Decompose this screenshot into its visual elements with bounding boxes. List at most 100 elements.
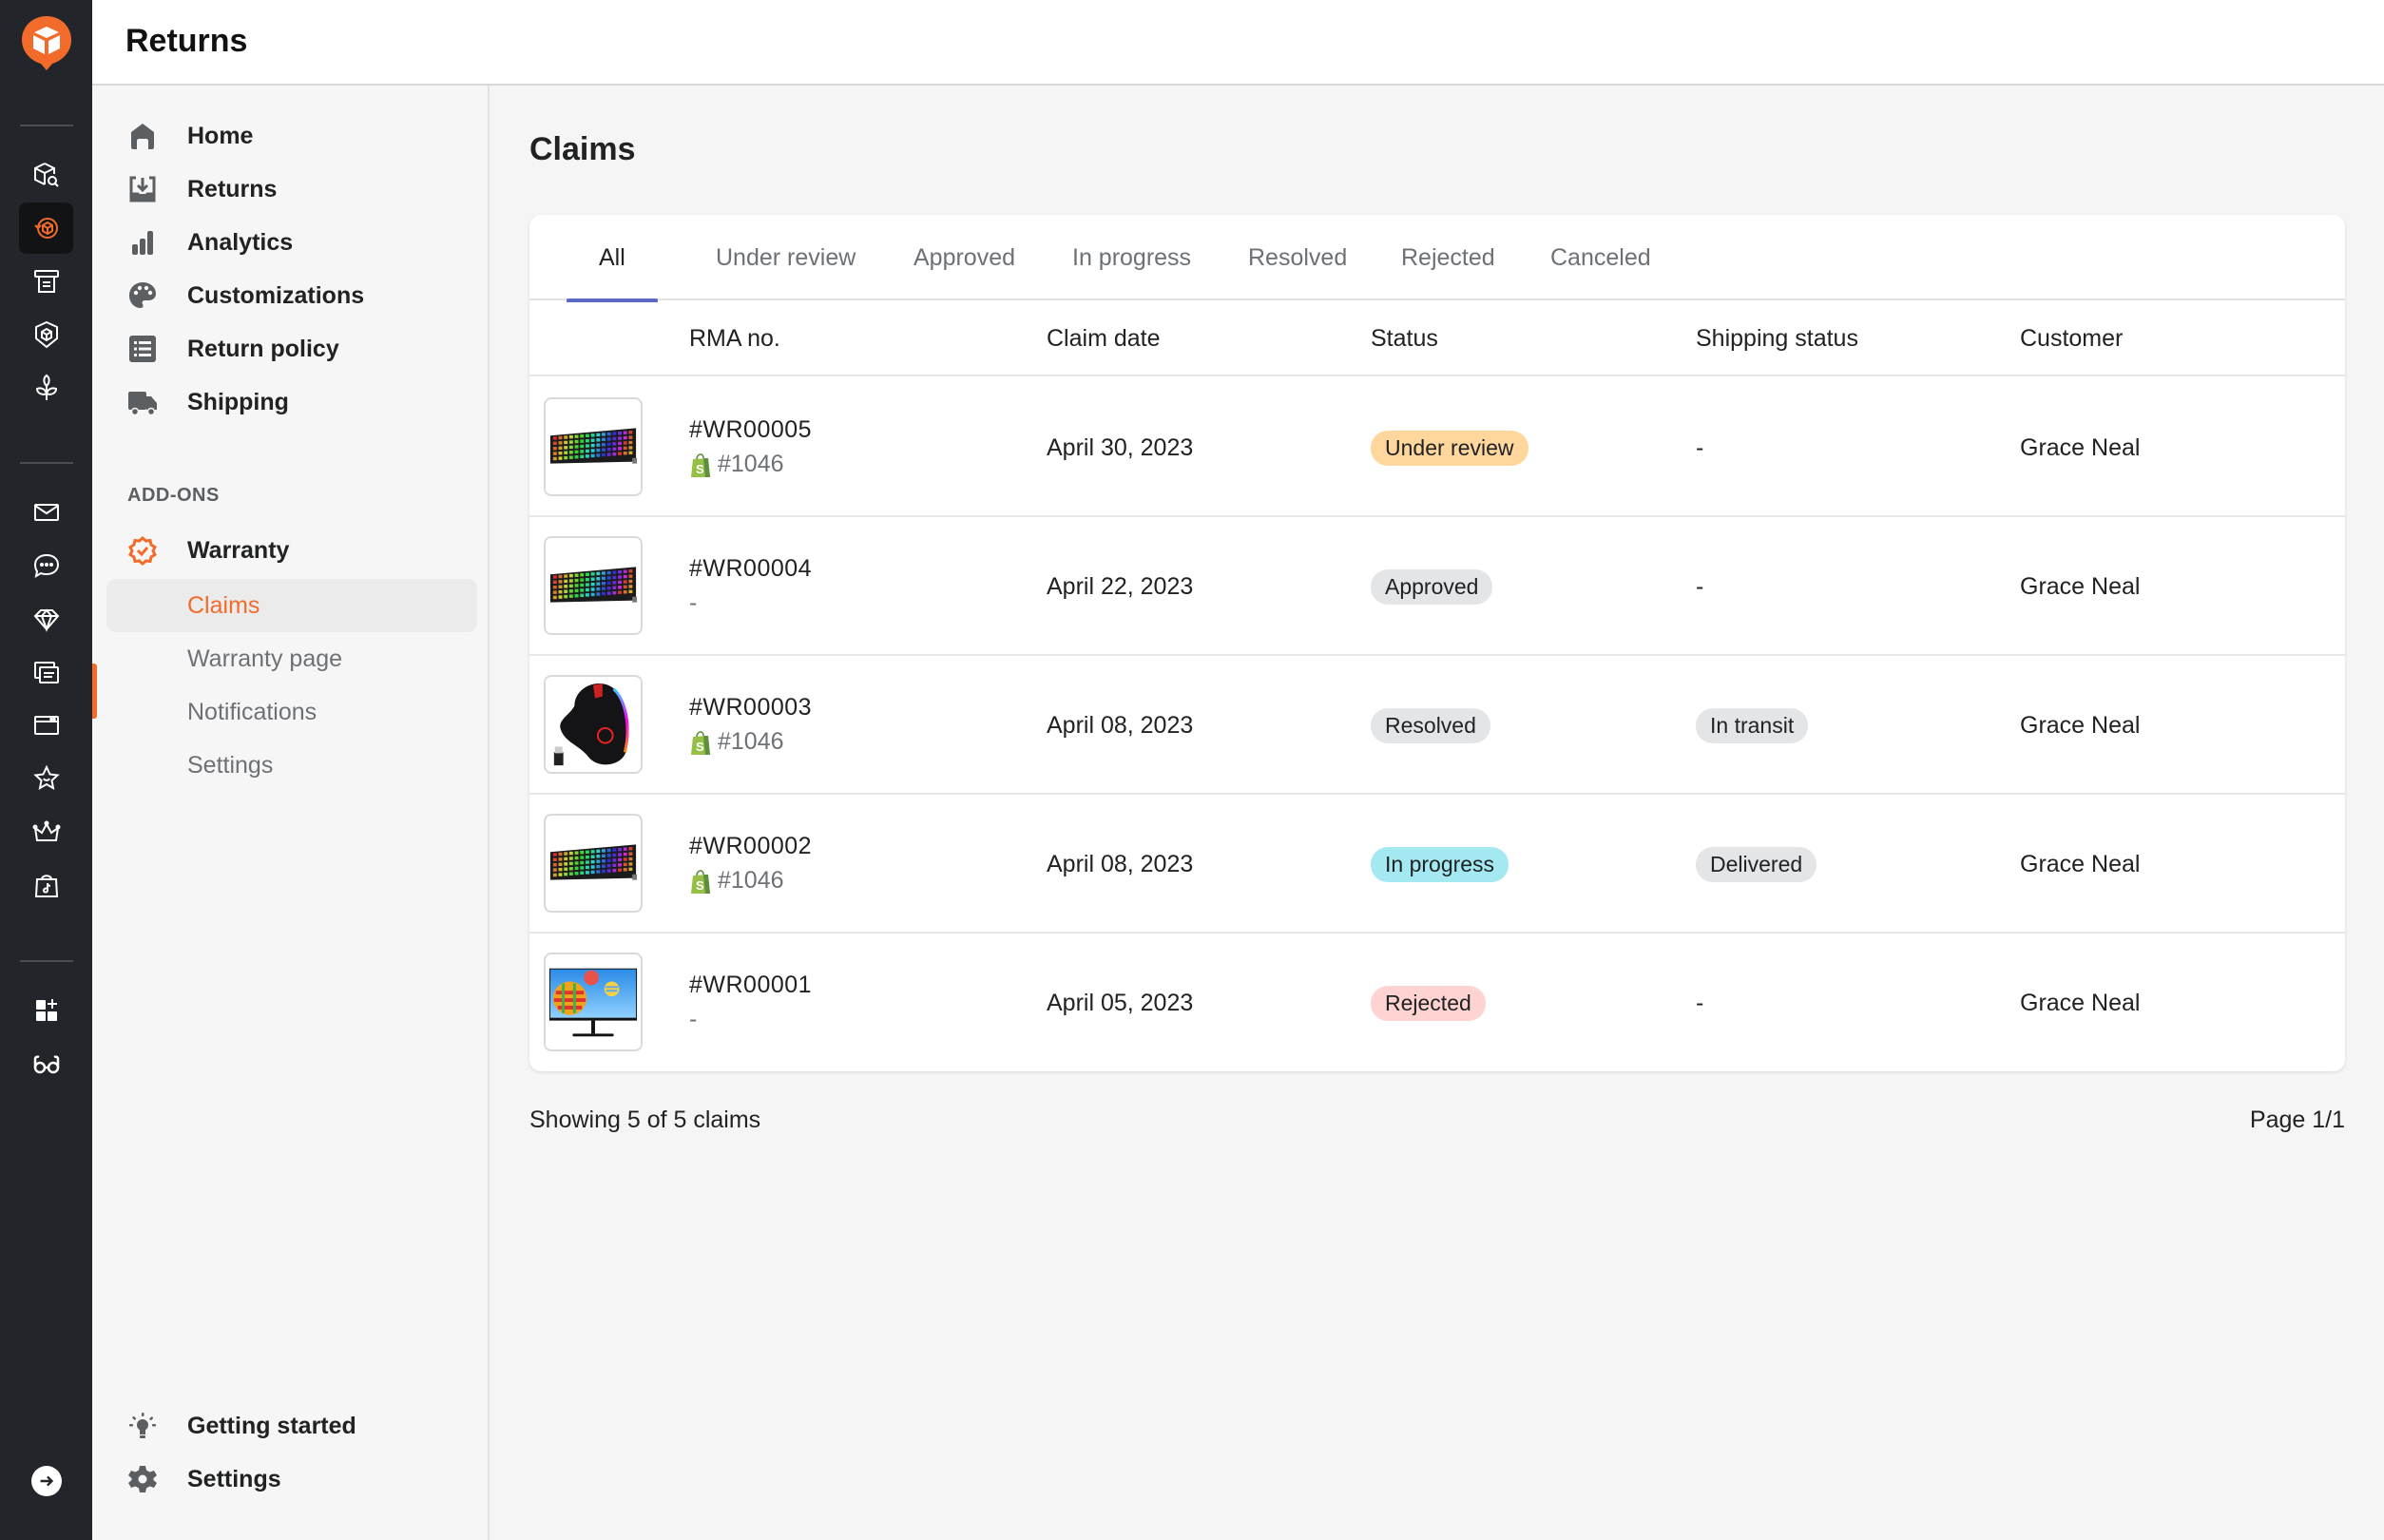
order-number: - xyxy=(689,1006,698,1032)
rma-number[interactable]: #WR00004 xyxy=(689,555,812,583)
shipping-status: - xyxy=(1696,989,1704,1016)
returns-cycle-icon[interactable] xyxy=(19,202,73,254)
list-icon xyxy=(127,334,158,364)
status-tabs: All Under review Approved In progress Re… xyxy=(529,215,2345,302)
rail-divider xyxy=(20,960,73,962)
sidebar-item-label: Getting started xyxy=(187,1412,356,1439)
sidebar-item-shipping[interactable]: Shipping xyxy=(92,377,488,427)
tab-rejected[interactable]: Rejected xyxy=(1401,215,1495,300)
tab-under-review[interactable]: Under review xyxy=(716,215,856,300)
tab-all[interactable]: All xyxy=(567,215,658,302)
table-row[interactable]: #WR00003 S #1046 April 08, 2023 Resolved… xyxy=(529,656,2345,795)
table-row[interactable]: #WR00004 - April 22, 2023 Approved - Gra… xyxy=(529,517,2345,656)
verified-badge-icon xyxy=(127,535,158,566)
sidebar-item-label: Return policy xyxy=(187,335,339,362)
sidebar-item-warranty[interactable]: Warranty xyxy=(92,526,488,575)
app-title: Returns xyxy=(125,23,248,59)
shipping-status-cell: - xyxy=(1696,934,1703,1071)
order-reference: S #1046 xyxy=(689,728,784,756)
page-indicator: Page 1/1 xyxy=(2249,1107,2345,1133)
rma-number[interactable]: #WR00005 xyxy=(689,416,812,444)
bar-chart-icon xyxy=(127,227,158,258)
sidebar-item-home[interactable]: Home xyxy=(92,111,488,161)
sidebar-item-analytics[interactable]: Analytics xyxy=(92,218,488,267)
order-number: #1046 xyxy=(718,867,784,894)
shipping-status: - xyxy=(1696,433,1704,461)
truck-icon xyxy=(127,387,158,417)
rma-number[interactable]: #WR00002 xyxy=(689,833,812,860)
tab-resolved[interactable]: Resolved xyxy=(1248,215,1347,300)
rail-divider xyxy=(20,125,73,126)
tab-canceled[interactable]: Canceled xyxy=(1550,215,1651,300)
order-reference: S #1046 xyxy=(689,867,784,895)
app-logo-icon[interactable] xyxy=(20,14,73,71)
sidebar-subitem-settings[interactable]: Settings xyxy=(106,739,477,792)
browser-window-icon[interactable] xyxy=(19,700,73,751)
status-cell: Under review xyxy=(1371,378,1528,517)
sidebar-subitem-claims[interactable]: Claims xyxy=(106,579,477,632)
svg-text:S: S xyxy=(696,878,704,893)
pagination-summary: Showing 5 of 5 claims xyxy=(529,1107,761,1133)
product-thumbnail xyxy=(544,536,643,635)
shopify-bag-icon: S xyxy=(689,452,718,478)
table-row[interactable]: #WR00001 - April 05, 2023 Rejected - Gra… xyxy=(529,934,2345,1071)
sidebar: Home Returns Analytics Customizations Re… xyxy=(92,86,490,1540)
add-apps-icon[interactable] xyxy=(19,985,73,1036)
tab-approved[interactable]: Approved xyxy=(913,215,1015,300)
sidebar-subitem-notifications[interactable]: Notifications xyxy=(106,685,477,739)
tab-in-progress[interactable]: In progress xyxy=(1072,215,1191,300)
status-badge: Resolved xyxy=(1371,707,1490,743)
customer-name: Grace Neal xyxy=(2020,989,2141,1016)
shield-cube-icon[interactable] xyxy=(19,309,73,360)
shipping-status-cell: Delivered xyxy=(1696,795,1817,934)
keyboard-image xyxy=(549,844,638,880)
claim-date: April 22, 2023 xyxy=(1047,572,1194,600)
keyboard-image xyxy=(549,567,638,603)
sidebar-item-label: Customizations xyxy=(187,281,365,309)
table-row[interactable]: #WR00002 S #1046 April 08, 2023 In progr… xyxy=(529,795,2345,934)
crown-icon[interactable] xyxy=(19,806,73,857)
shipping-status-badge: Delivered xyxy=(1696,846,1817,882)
rma-number[interactable]: #WR00001 xyxy=(689,972,812,999)
rma-number[interactable]: #WR00003 xyxy=(689,694,812,722)
order-number: #1046 xyxy=(718,728,784,755)
mail-icon[interactable] xyxy=(19,487,73,538)
shipping-status: - xyxy=(1696,572,1704,600)
table-row[interactable]: #WR00005 S #1046 April 30, 2023 Under re… xyxy=(529,378,2345,517)
column-header-shipping-status[interactable]: Shipping status xyxy=(1696,300,1858,376)
glasses-icon[interactable] xyxy=(19,1038,73,1089)
mouse-image xyxy=(553,683,629,766)
sidebar-subitem-warranty-page[interactable]: Warranty page xyxy=(106,632,477,685)
sidebar-item-settings[interactable]: Settings xyxy=(92,1454,488,1504)
documents-icon[interactable] xyxy=(19,646,73,698)
column-header-claim-date[interactable]: Claim date xyxy=(1047,300,1161,376)
sidebar-item-customizations[interactable]: Customizations xyxy=(92,271,488,320)
column-header-rma[interactable]: RMA no. xyxy=(689,300,780,376)
tiktok-shop-icon[interactable] xyxy=(19,859,73,911)
column-header-status[interactable]: Status xyxy=(1371,300,1438,376)
status-cell: Resolved xyxy=(1371,656,1490,795)
active-indicator xyxy=(92,664,97,719)
inbox-download-icon xyxy=(127,174,158,204)
svg-text:S: S xyxy=(696,462,704,476)
table-header: RMA no. Claim date Status Shipping statu… xyxy=(529,300,2345,376)
lightbulb-icon xyxy=(127,1411,158,1441)
receipt-printer-icon[interactable] xyxy=(19,256,73,307)
svg-text:S: S xyxy=(696,740,704,754)
status-badge: Rejected xyxy=(1371,985,1486,1021)
product-thumbnail xyxy=(544,814,643,913)
cube-search-icon[interactable] xyxy=(19,149,73,201)
monitor-image xyxy=(548,968,638,1037)
sidebar-item-return-policy[interactable]: Return policy xyxy=(92,324,488,374)
claim-date: April 30, 2023 xyxy=(1047,433,1194,461)
sidebar-item-getting-started[interactable]: Getting started xyxy=(92,1401,488,1451)
diamond-icon[interactable] xyxy=(19,593,73,645)
sprout-icon[interactable] xyxy=(19,362,73,414)
star-smile-icon[interactable] xyxy=(19,753,73,804)
order-number: - xyxy=(689,589,698,616)
column-header-customer[interactable]: Customer xyxy=(2020,300,2123,376)
sidebar-item-returns[interactable]: Returns xyxy=(92,164,488,214)
collapse-arrow-icon[interactable] xyxy=(31,1466,62,1496)
chat-bubble-icon[interactable] xyxy=(19,540,73,591)
product-thumbnail xyxy=(544,397,643,496)
